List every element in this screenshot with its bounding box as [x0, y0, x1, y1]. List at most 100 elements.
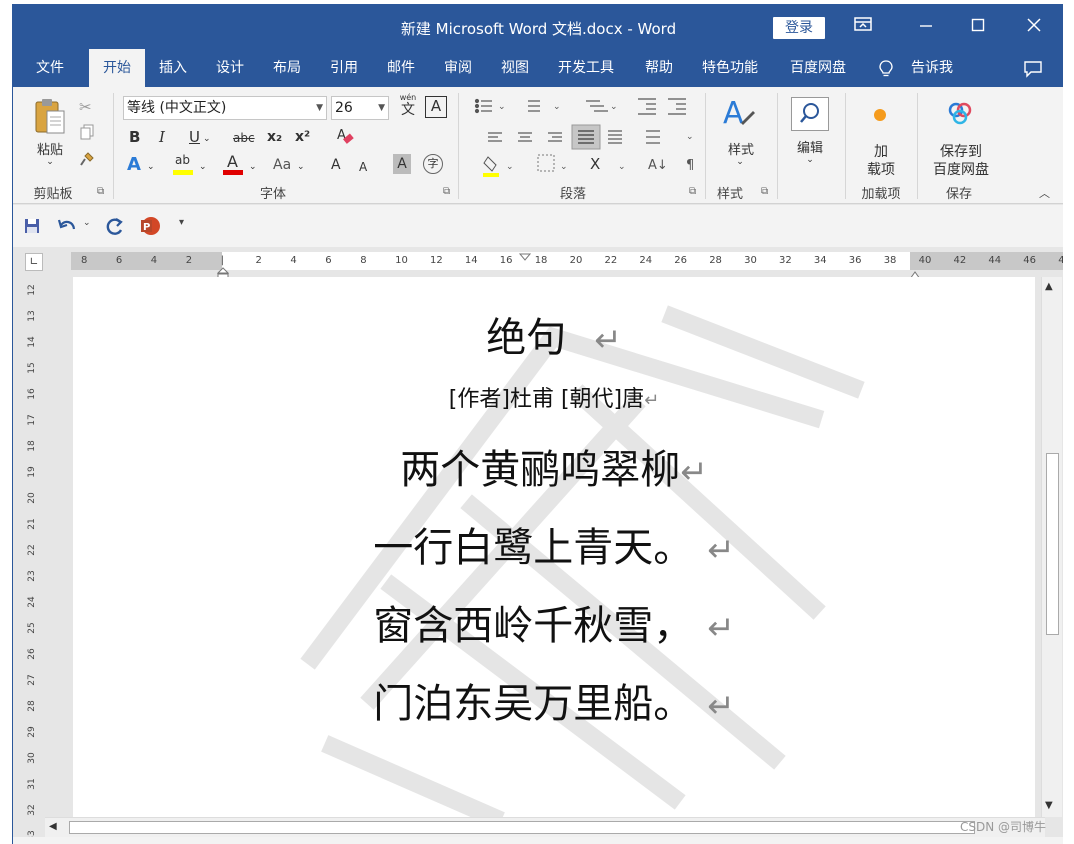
tab-baidu-netdisk[interactable]: 百度网盘 — [781, 49, 855, 87]
tab-selector-icon[interactable]: ∟ — [25, 253, 43, 271]
vertical-scroll-thumb[interactable] — [1046, 453, 1059, 635]
chevron-down-icon[interactable]: ⌄ — [297, 157, 305, 177]
document-page[interactable]: 绝句 ↵ [作者]杜甫 [朝代]唐↵ 两个黄鹂鸣翠柳↵ 一行白鹭上青天。 ↵ 窗含西… — [73, 277, 1035, 817]
status-bar — [13, 837, 1063, 844]
scroll-left-icon[interactable]: ◀ — [49, 821, 57, 832]
addin-icon[interactable] — [873, 107, 887, 126]
tab-insert[interactable]: 插入 — [147, 49, 199, 87]
font-name-combo[interactable]: 等线 (中文正文) ▼ — [123, 96, 327, 120]
tab-features[interactable]: 特色功能 — [695, 49, 765, 87]
tab-help[interactable]: 帮助 — [633, 49, 685, 87]
tab-mailings[interactable]: 邮件 — [375, 49, 427, 87]
chevron-down-icon[interactable]: ⌄ — [249, 157, 257, 177]
font-color-button[interactable]: A — [223, 152, 245, 177]
first-line-indent-marker-icon[interactable] — [518, 248, 532, 267]
highlight-button[interactable]: ab — [173, 153, 195, 177]
chevron-down-icon[interactable]: ⌄ — [83, 218, 91, 228]
collapse-ribbon-icon[interactable]: ︿ — [1039, 185, 1050, 201]
styles-button[interactable]: 样式 — [719, 139, 763, 158]
tab-view[interactable]: 视图 — [489, 49, 541, 87]
shrink-font-button[interactable]: A — [359, 157, 367, 177]
change-case-button[interactable]: Aa — [273, 155, 291, 175]
baidu-netdisk-icon[interactable] — [947, 101, 973, 131]
editing-button[interactable]: 编辑 — [785, 137, 835, 156]
ruler-number: 20 — [569, 255, 583, 266]
clipboard-group-label: 剪贴板 — [33, 187, 73, 202]
addins-button-line2[interactable]: 载项 — [859, 159, 903, 179]
ribbon-display-icon[interactable] — [848, 13, 878, 41]
undo-icon[interactable] — [57, 217, 77, 239]
character-border-button[interactable]: A — [425, 96, 447, 118]
horizontal-scrollbar[interactable]: ◀ — [45, 817, 1045, 837]
redo-icon[interactable] — [105, 216, 125, 240]
styles-launcher-icon[interactable]: ⧉ — [761, 186, 768, 197]
underline-button[interactable]: U — [189, 127, 200, 147]
phonetic-glyph: 文 — [401, 102, 415, 118]
addins-button-line1[interactable]: 加 — [859, 141, 903, 161]
quick-access-toolbar: ⌄ P ▾ — [13, 205, 1063, 247]
ruler-bar: ∟ 8 6 4 2 | 2 4 6 8 10 12 14 16 18 20 22 24 26 28 30 32 34 36 3… — [13, 247, 1063, 281]
clear-formatting-icon[interactable]: A — [335, 126, 355, 151]
minimize-icon[interactable] — [911, 13, 941, 41]
paste-dropdown-icon[interactable]: ⌄ — [43, 157, 57, 167]
maximize-icon[interactable] — [963, 13, 993, 41]
poem-line-text: 门泊东吴万里船。 — [373, 681, 694, 727]
text-effects-button[interactable]: A — [127, 155, 141, 175]
chevron-down-icon[interactable]: ⌄ — [147, 157, 155, 177]
chevron-down-icon[interactable]: ⌄ — [199, 157, 207, 177]
clipboard-launcher-icon[interactable]: ⧉ — [97, 186, 104, 197]
tab-layout[interactable]: 布局 — [261, 49, 313, 87]
comments-icon[interactable] — [1023, 60, 1043, 82]
vertical-scrollbar[interactable]: ▲ ▼ — [1041, 277, 1062, 817]
poem-title: 绝句 — [486, 315, 567, 361]
find-icon[interactable] — [791, 97, 829, 131]
group-divider — [113, 93, 114, 199]
strikethrough-button[interactable]: abc — [233, 128, 255, 148]
paragraph-mark: ↵ — [644, 390, 660, 411]
paste-button[interactable]: 粘贴 — [33, 139, 67, 158]
italic-button[interactable]: I — [159, 127, 165, 147]
tab-developer[interactable]: 开发工具 — [551, 49, 621, 87]
tab-references[interactable]: 引用 — [318, 49, 370, 87]
horizontal-scroll-thumb[interactable] — [69, 821, 975, 834]
subscript-button[interactable]: x₂ — [267, 127, 282, 147]
ruler-number: 22 — [604, 255, 618, 266]
tab-file[interactable]: 文件 — [21, 49, 79, 87]
phonetic-guide-button[interactable]: wén 文 — [397, 93, 419, 119]
chevron-down-icon[interactable]: ⌄ — [203, 129, 211, 149]
ruler-number: 25 — [27, 622, 37, 634]
ruler-number: 13 — [27, 310, 37, 322]
tell-me-search[interactable]: 告诉我 — [911, 49, 953, 87]
copy-icon[interactable] — [79, 124, 95, 145]
tab-review[interactable]: 审阅 — [432, 49, 484, 87]
cut-icon[interactable]: ✂ — [79, 97, 92, 117]
svg-text:⌄: ⌄ — [506, 162, 514, 172]
font-size-combo[interactable]: 26 ▼ — [331, 96, 389, 120]
close-icon[interactable] — [1019, 13, 1049, 41]
paragraph-launcher-icon[interactable]: ⧉ — [689, 186, 696, 197]
customize-qat-icon[interactable]: ▾ — [179, 217, 184, 228]
paste-icon[interactable] — [33, 97, 67, 141]
tab-home[interactable]: 开始 — [89, 49, 145, 87]
powerpoint-icon[interactable]: P — [139, 215, 161, 241]
font-launcher-icon[interactable]: ⧉ — [443, 186, 450, 197]
scroll-up-icon[interactable]: ▲ — [1045, 281, 1053, 292]
styles-icon[interactable]: A — [721, 93, 757, 137]
chevron-down-icon[interactable]: ⌄ — [803, 155, 817, 165]
save-to-baidu-line2[interactable]: 百度网盘 — [923, 159, 999, 179]
highlight-color-bar — [173, 170, 193, 175]
svg-text:¶: ¶ — [686, 158, 694, 173]
tab-design[interactable]: 设计 — [204, 49, 256, 87]
login-button[interactable]: 登录 — [773, 17, 825, 39]
scroll-down-icon[interactable]: ▼ — [1045, 800, 1053, 811]
character-shading-button[interactable]: A — [393, 154, 411, 174]
superscript-button[interactable]: x² — [295, 127, 310, 147]
save-to-baidu-line1[interactable]: 保存到 — [923, 141, 999, 161]
enclose-characters-button[interactable]: 字 — [423, 154, 443, 174]
chevron-down-icon[interactable]: ⌄ — [733, 157, 747, 167]
bold-button[interactable]: B — [129, 127, 140, 147]
vertical-ruler[interactable]: 12 13 14 15 16 17 18 19 20 21 22 23 24 25 26 27 28 29 30 31… — [21, 277, 41, 844]
save-icon[interactable] — [23, 217, 41, 239]
grow-font-button[interactable]: A — [331, 155, 341, 175]
format-painter-icon[interactable] — [79, 151, 95, 172]
